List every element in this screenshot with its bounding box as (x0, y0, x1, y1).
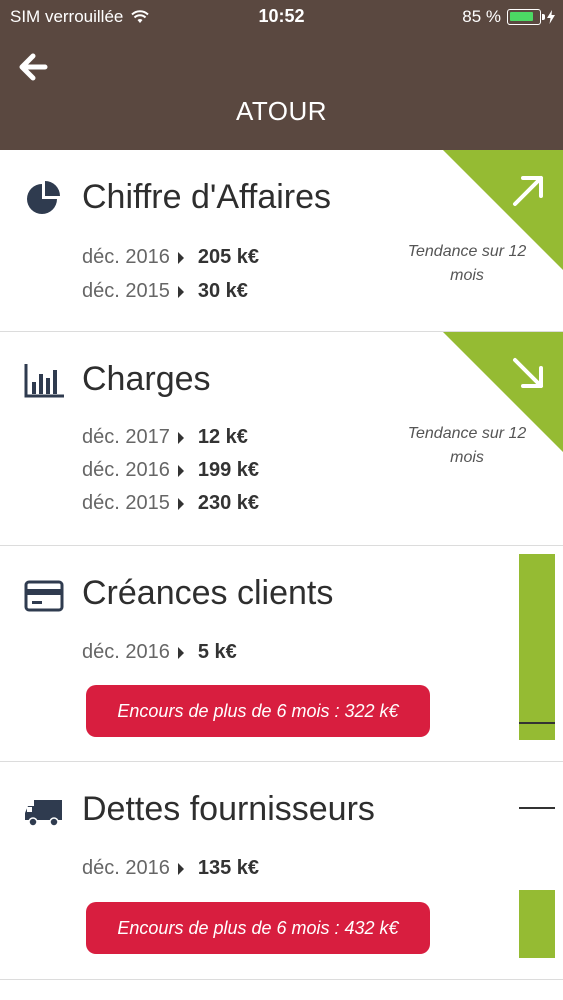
trend-down-arrow-icon (513, 358, 543, 388)
period-label: déc. 2016 (82, 246, 170, 268)
app-header: SIM verrouillée 10:52 85 % ATOUR (0, 0, 563, 150)
period-label: déc. 2016 (82, 857, 170, 879)
value-row: déc. 2017 12 k€ (82, 426, 248, 449)
card-title: Charges (82, 360, 211, 398)
back-arrow-icon[interactable] (18, 52, 48, 82)
charging-bolt-icon (547, 10, 555, 24)
period-value: 5 k€ (197, 641, 237, 663)
period-label: déc. 2016 (82, 459, 170, 481)
card-charges[interactable]: Charges déc. 2017 12 k€ déc. 2016 199 k€… (0, 332, 563, 546)
pie-chart-icon (27, 181, 60, 214)
value-row: déc. 2016 199 k€ (82, 459, 259, 482)
bar-chart-icon (24, 364, 64, 398)
period-label: déc. 2016 (82, 641, 170, 663)
trend-label: Tendance sur 12 mois (407, 243, 527, 284)
card-chiffre-affaires[interactable]: Chiffre d'Affaires déc. 2016 205 k€ déc.… (0, 150, 563, 332)
play-triangle-icon (177, 646, 184, 659)
value-row: déc. 2016 5 k€ (82, 641, 237, 664)
card-title: Dettes fournisseurs (82, 790, 375, 828)
battery-percent: 85 % (462, 7, 501, 26)
gauge-bar (519, 554, 555, 740)
play-triangle-icon (177, 285, 184, 298)
period-value: 230 k€ (197, 492, 260, 514)
overdue-alert-badge[interactable]: Encours de plus de 6 mois : 432 k€ (86, 902, 430, 954)
card-title: Chiffre d'Affaires (82, 178, 332, 216)
credit-card-icon (24, 580, 64, 612)
card-creances-clients[interactable]: Créances clients déc. 2016 5 k€ Encours … (0, 546, 563, 762)
value-row: déc. 2015 230 k€ (82, 492, 259, 515)
status-bar: SIM verrouillée 10:52 85 % (0, 0, 563, 32)
battery-icon (507, 9, 545, 25)
trend-label: Tendance sur 12 mois (407, 425, 527, 466)
gauge-marker (519, 722, 555, 724)
card-dettes-fournisseurs[interactable]: Dettes fournisseurs déc. 2016 135 k€ Enc… (0, 762, 563, 980)
play-triangle-icon (177, 497, 184, 510)
period-label: déc. 2015 (82, 280, 170, 302)
value-row: déc. 2016 205 k€ (82, 246, 259, 269)
card-title: Créances clients (82, 574, 334, 612)
truck-icon (25, 800, 62, 827)
period-value: 135 k€ (197, 857, 260, 879)
period-label: déc. 2015 (82, 492, 170, 514)
play-triangle-icon (177, 251, 184, 264)
play-triangle-icon (177, 862, 184, 875)
battery-status: 85 % (462, 7, 555, 27)
value-row: déc. 2015 30 k€ (82, 280, 248, 303)
page-title: ATOUR (235, 96, 328, 126)
play-triangle-icon (177, 431, 184, 444)
play-triangle-icon (177, 464, 184, 477)
period-value: 12 k€ (197, 426, 248, 448)
period-label: déc. 2017 (82, 426, 170, 448)
gauge-marker (519, 807, 555, 809)
battery-fill (510, 12, 533, 21)
trend-up-arrow-icon (513, 176, 543, 206)
period-value: 199 k€ (197, 459, 260, 481)
period-value: 205 k€ (197, 246, 260, 268)
gauge-bar (519, 890, 555, 958)
period-value: 30 k€ (197, 280, 248, 302)
value-row: déc. 2016 135 k€ (82, 857, 259, 880)
overdue-alert-badge[interactable]: Encours de plus de 6 mois : 322 k€ (86, 685, 430, 737)
